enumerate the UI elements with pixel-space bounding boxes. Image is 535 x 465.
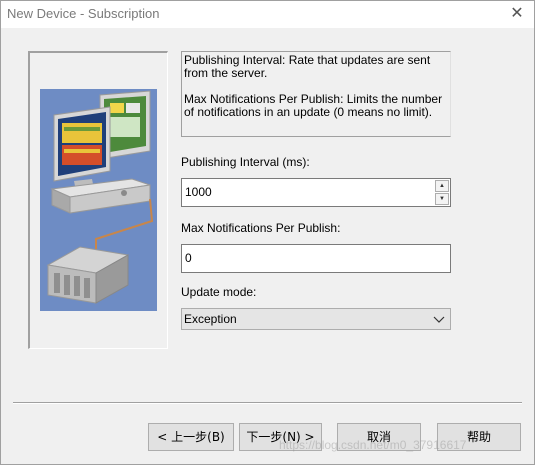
publishing-interval-input[interactable]: 1000 ▲ ▼ — [181, 178, 451, 207]
update-mode-value: Exception — [184, 312, 237, 326]
description-max-notifications: Max Notifications Per Publish: Limits th… — [184, 92, 443, 119]
max-notifications-input[interactable]: 0 — [181, 244, 451, 273]
publishing-interval-spinner[interactable]: ▲ ▼ — [435, 180, 449, 206]
description-box: Publishing Interval: Rate that updates a… — [181, 51, 451, 137]
close-icon[interactable]: ✕ — [506, 4, 528, 24]
spin-up-icon[interactable]: ▲ — [435, 180, 449, 192]
description-publishing-interval: Publishing Interval: Rate that updates a… — [184, 53, 431, 80]
update-mode-select[interactable]: Exception — [181, 308, 451, 330]
update-mode-label: Update mode: — [181, 285, 257, 299]
back-button[interactable]: < 上一步(B) — [148, 423, 234, 451]
dialog-window: New Device - Subscription ✕ Publishing I… — [0, 0, 535, 465]
window-title: New Device - Subscription — [7, 6, 160, 21]
publishing-interval-value: 1000 — [185, 185, 212, 199]
max-notifications-label: Max Notifications Per Publish: — [181, 221, 341, 235]
chevron-down-icon[interactable] — [432, 309, 446, 329]
publishing-interval-label: Publishing Interval (ms): — [181, 155, 310, 169]
button-divider — [13, 402, 522, 404]
watermark: https://blog.csdn.net/m0_37916617 — [279, 438, 467, 452]
max-notifications-value: 0 — [185, 251, 192, 265]
spin-down-icon[interactable]: ▼ — [435, 193, 449, 205]
title-bar: New Device - Subscription ✕ — [1, 1, 534, 28]
device-illustration — [40, 89, 157, 311]
